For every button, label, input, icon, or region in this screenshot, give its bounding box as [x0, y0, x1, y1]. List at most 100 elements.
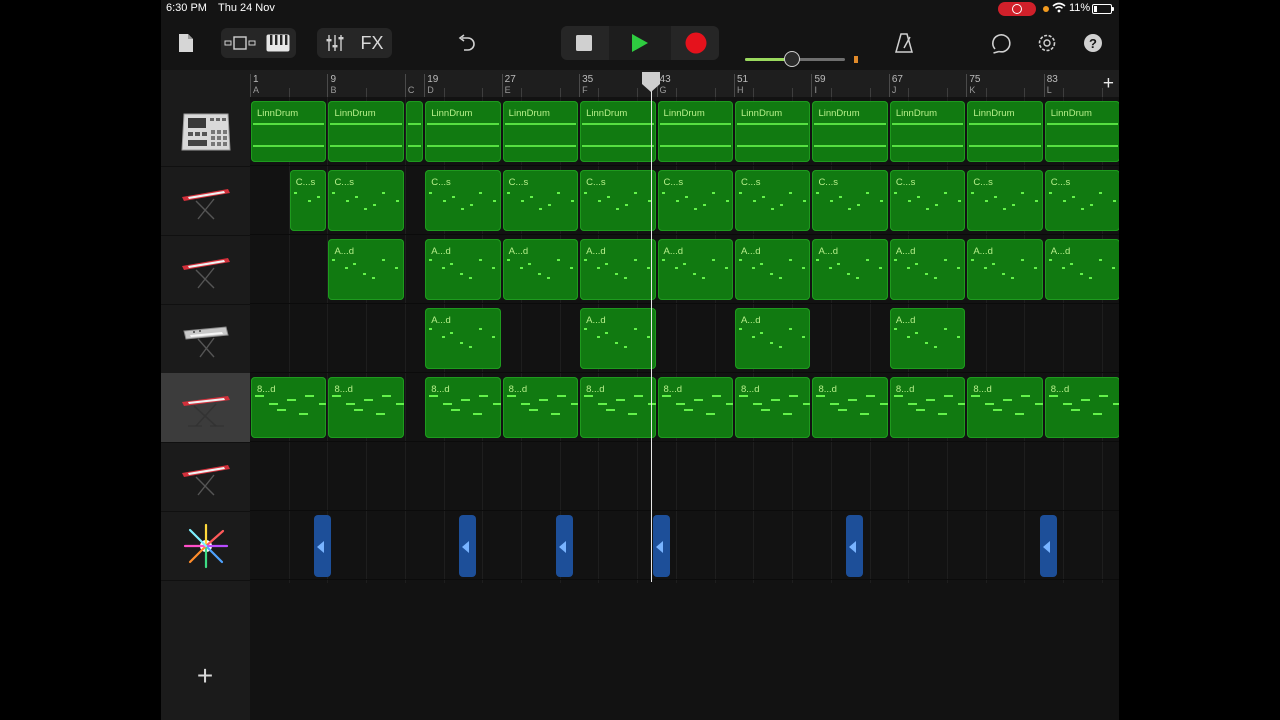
ruler-section-label[interactable]: L: [1047, 85, 1052, 95]
play-button[interactable]: [609, 26, 671, 60]
midi-region[interactable]: A...d: [735, 239, 811, 300]
midi-region[interactable]: A...d: [889, 239, 966, 300]
midi-region[interactable]: A...d: [580, 239, 656, 300]
track-header-keyboard-3[interactable]: [161, 373, 250, 443]
midi-region[interactable]: 8...d: [889, 377, 966, 438]
track-lane[interactable]: [250, 442, 1119, 511]
playhead[interactable]: [650, 80, 652, 582]
midi-note: [442, 336, 446, 338]
master-volume-knob[interactable]: [784, 51, 800, 67]
stop-button[interactable]: [563, 28, 605, 58]
ruler-section-label[interactable]: K: [969, 85, 975, 95]
settings-button[interactable]: [1034, 30, 1060, 56]
fx-trigger-region[interactable]: [458, 515, 476, 577]
ruler-section-label[interactable]: E: [505, 85, 511, 95]
metronome-button[interactable]: [891, 30, 917, 56]
ruler-section-label[interactable]: I: [814, 85, 817, 95]
midi-region[interactable]: LinnDrum: [889, 101, 966, 162]
screen-recording-icon[interactable]: [998, 2, 1036, 16]
midi-region[interactable]: A...d: [425, 239, 501, 300]
midi-region[interactable]: 8...d: [328, 377, 404, 438]
track-header-drums[interactable]: [161, 97, 250, 167]
midi-region[interactable]: C...s: [328, 170, 404, 231]
drum-pattern: [582, 145, 654, 147]
timeline-ruler[interactable]: + 1 A 9 B C 19 D 27 E 35 F 43 G 51 H 59 I 67 J 75 K 83 L: [250, 70, 1119, 98]
my-songs-button[interactable]: [175, 30, 197, 56]
track-header-keyboard-1[interactable]: [161, 166, 250, 236]
midi-note: [661, 192, 665, 194]
midi-region[interactable]: LinnDrum: [328, 101, 404, 162]
ruler-section-label[interactable]: A: [253, 85, 259, 95]
ruler-section-label[interactable]: C: [408, 85, 415, 95]
midi-region[interactable]: LinnDrum: [735, 101, 811, 162]
midi-region[interactable]: C...s: [812, 170, 888, 231]
undo-button[interactable]: [454, 30, 478, 56]
midi-region[interactable]: A...d: [657, 239, 733, 300]
fx-trigger-region[interactable]: [1039, 515, 1057, 577]
midi-region[interactable]: LinnDrum: [502, 101, 579, 162]
midi-region[interactable]: LinnDrum: [812, 101, 888, 162]
help-button[interactable]: ?: [1080, 30, 1106, 56]
midi-region[interactable]: A...d: [967, 239, 1043, 300]
playhead-handle[interactable]: [641, 72, 661, 92]
track-header-keyboard-2[interactable]: [161, 235, 250, 305]
midi-region[interactable]: 8...d: [967, 377, 1043, 438]
track-header-keyboard-4[interactable]: [161, 442, 250, 512]
midi-region[interactable]: LinnDrum: [425, 101, 501, 162]
ruler-section-label[interactable]: H: [737, 85, 744, 95]
midi-region[interactable]: 8...d: [580, 377, 656, 438]
ruler-section-label[interactable]: J: [892, 85, 897, 95]
midi-region[interactable]: LinnDrum: [251, 101, 327, 162]
add-section-button[interactable]: +: [1103, 74, 1114, 93]
mixer-button[interactable]: [321, 30, 349, 56]
midi-region[interactable]: 8...d: [1044, 377, 1119, 438]
midi-region[interactable]: 8...d: [812, 377, 888, 438]
midi-region[interactable]: LinnDrum: [967, 101, 1043, 162]
ruler-section-label[interactable]: F: [582, 85, 588, 95]
midi-region[interactable]: LinnDrum: [657, 101, 733, 162]
track-header-fx[interactable]: [161, 511, 250, 581]
midi-region[interactable]: A...d: [889, 308, 966, 369]
keyboard-button[interactable]: [264, 30, 292, 56]
midi-region[interactable]: A...d: [812, 239, 888, 300]
midi-region[interactable]: C...s: [1044, 170, 1119, 231]
fx-trigger-region[interactable]: [313, 515, 331, 577]
midi-region[interactable]: C...s: [580, 170, 656, 231]
tracks-view-button[interactable]: [223, 30, 257, 56]
midi-region[interactable]: C...s: [657, 170, 733, 231]
record-button[interactable]: [675, 28, 717, 58]
midi-region[interactable]: [405, 101, 424, 162]
fx-trigger-region[interactable]: [555, 515, 573, 577]
loop-browser-button[interactable]: [988, 30, 1014, 56]
fx-trigger-region[interactable]: [652, 515, 670, 577]
midi-region[interactable]: A...d: [580, 308, 656, 369]
midi-region[interactable]: C...s: [502, 170, 579, 231]
midi-region[interactable]: C...s: [289, 170, 327, 231]
ruler-section-label[interactable]: B: [330, 85, 336, 95]
add-track-button[interactable]: +: [192, 662, 218, 690]
track-area[interactable]: LinnDrum LinnDrum LinnDrum LinnDrum LinnDrum…: [250, 97, 1119, 720]
midi-region[interactable]: 8...d: [657, 377, 733, 438]
midi-region[interactable]: A...d: [1044, 239, 1119, 300]
midi-region[interactable]: LinnDrum: [580, 101, 656, 162]
midi-region[interactable]: C...s: [967, 170, 1043, 231]
midi-region[interactable]: A...d: [425, 308, 501, 369]
midi-region[interactable]: A...d: [328, 239, 404, 300]
track-lane[interactable]: [250, 304, 1119, 373]
midi-region[interactable]: LinnDrum: [1044, 101, 1119, 162]
ruler-section-label[interactable]: D: [427, 85, 434, 95]
fx-button[interactable]: FX: [356, 30, 388, 56]
midi-region[interactable]: 8...d: [502, 377, 579, 438]
midi-region[interactable]: C...s: [425, 170, 501, 231]
midi-region[interactable]: 8...d: [251, 377, 327, 438]
track-lane[interactable]: [250, 511, 1119, 580]
midi-region[interactable]: C...s: [889, 170, 966, 231]
master-volume-slider[interactable]: [745, 51, 845, 67]
midi-region[interactable]: A...d: [735, 308, 811, 369]
track-header-synth[interactable]: [161, 304, 250, 374]
midi-region[interactable]: 8...d: [425, 377, 501, 438]
midi-region[interactable]: C...s: [735, 170, 811, 231]
midi-region[interactable]: 8...d: [735, 377, 811, 438]
fx-trigger-region[interactable]: [846, 515, 864, 577]
midi-region[interactable]: A...d: [502, 239, 579, 300]
